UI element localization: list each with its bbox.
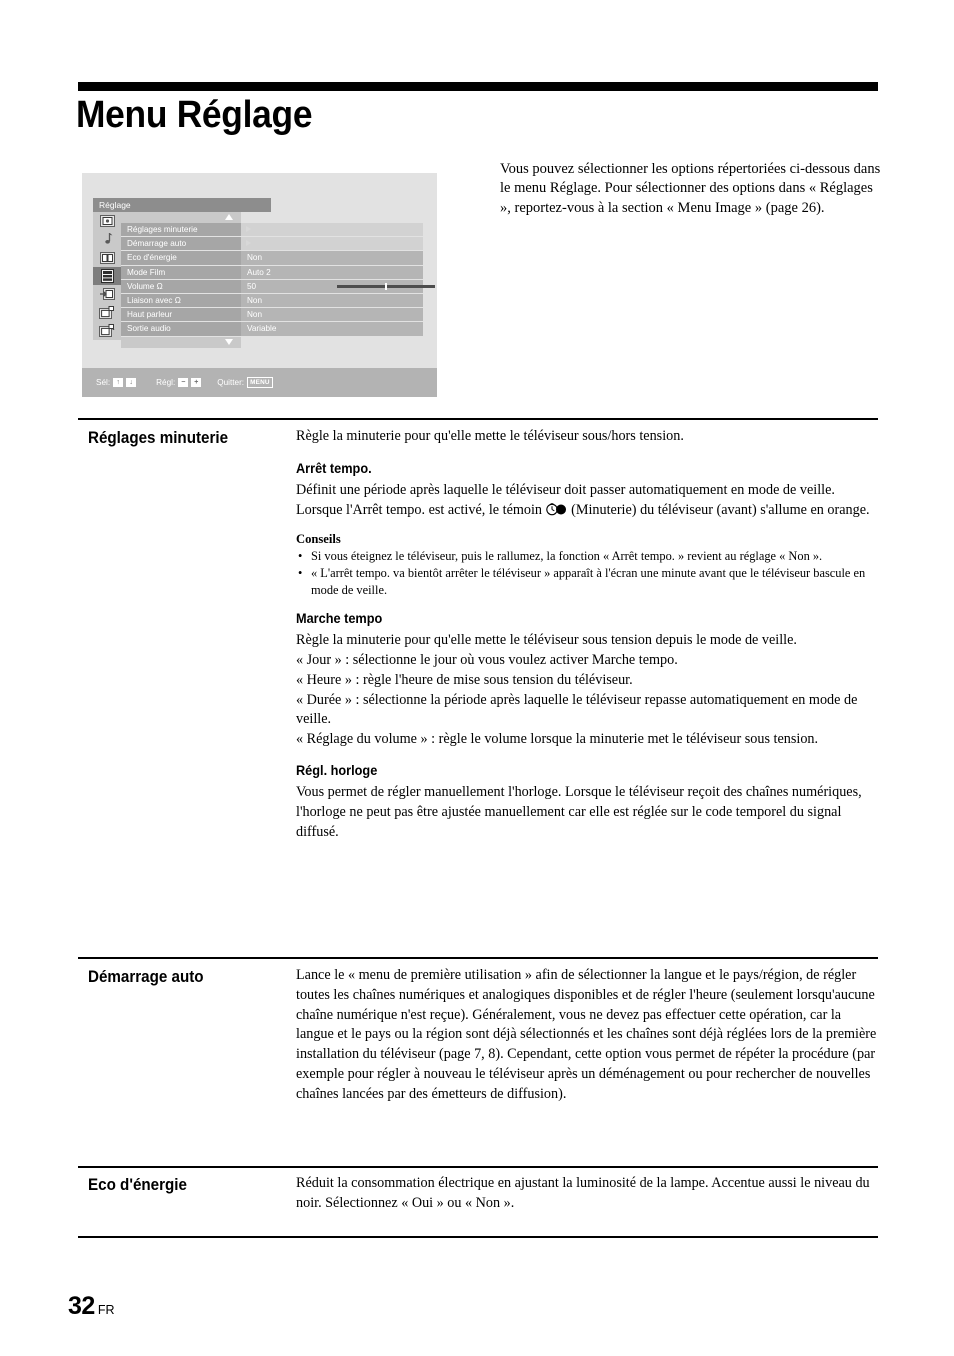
section-intro: Règle la minuterie pour qu'elle mette le… bbox=[296, 428, 684, 444]
osd-row-label: Réglages minuterie bbox=[121, 223, 241, 237]
section-body-eco-denergie: Réduit la consommation électrique en aju… bbox=[296, 1174, 878, 1214]
section-heading-eco-denergie: Eco d'énergie bbox=[88, 1176, 187, 1194]
volume-slider-knob[interactable] bbox=[385, 282, 388, 290]
arrow-down-key-icon: ↓ bbox=[126, 378, 137, 387]
osd-row-value bbox=[241, 237, 423, 251]
pip-icon[interactable] bbox=[93, 303, 121, 321]
arrow-up-key-icon: ↑ bbox=[113, 378, 124, 387]
plus-key-icon: + bbox=[191, 378, 202, 387]
osd-option-rows: Réglages minuterie Démarrage auto Eco d'… bbox=[121, 212, 435, 348]
page-number: 32 bbox=[68, 1292, 95, 1320]
section-heading-demarrage-auto: Démarrage auto bbox=[88, 968, 204, 986]
bullet-icon: • bbox=[298, 565, 303, 580]
paragraph-text-part1: Lorsque l'Arrêt tempo. est activé, le té… bbox=[296, 501, 546, 518]
osd-row[interactable]: Eco d'énergie Non bbox=[121, 251, 423, 265]
osd-row-label: Haut parleur bbox=[121, 308, 241, 322]
paragraph: « Durée » : sélectionne la période après… bbox=[296, 691, 858, 728]
paragraph-with-timer-icon: Lorsque l'Arrêt tempo. est activé, le té… bbox=[296, 501, 878, 521]
hint-exit: Quitter: MENU bbox=[217, 377, 273, 388]
hint-adjust: Régl: − + bbox=[156, 378, 202, 387]
section-heading-reglages-minuterie: Réglages minuterie bbox=[88, 429, 229, 447]
osd-row-value: Variable bbox=[241, 322, 423, 336]
screen-icon[interactable] bbox=[93, 249, 121, 267]
osd-row-label: Liaison avec Ω bbox=[121, 293, 241, 308]
timer-indicator-icon bbox=[545, 502, 568, 516]
hint-adjust-label: Régl: bbox=[156, 378, 176, 387]
osd-volume-value: 50 bbox=[247, 281, 257, 291]
paragraph: « Jour » : sélectionne le jour où vous v… bbox=[296, 651, 678, 668]
scroll-down-indicator[interactable] bbox=[121, 336, 241, 348]
title-top-rule bbox=[78, 82, 878, 91]
chevron-right-icon bbox=[246, 240, 251, 247]
osd-row[interactable]: Réglages minuterie bbox=[121, 223, 423, 237]
osd-row-value: Non bbox=[241, 308, 423, 322]
osd-row[interactable]: Démarrage auto bbox=[121, 237, 423, 251]
sub-heading-arret-tempo: Arrêt tempo. bbox=[296, 460, 372, 476]
minus-key-icon: − bbox=[178, 378, 189, 387]
manual-page: Menu Réglage Vous pouvez sélectionner le… bbox=[0, 0, 954, 1356]
settings-icon[interactable] bbox=[93, 266, 121, 286]
page-title: Menu Réglage bbox=[76, 94, 313, 136]
picture-icon[interactable] bbox=[93, 212, 121, 230]
osd-row-label: Eco d'énergie bbox=[121, 251, 241, 265]
osd-row-value: Auto 2 bbox=[241, 265, 423, 279]
list-item-text: Si vous éteignez le téléviseur, puis le … bbox=[311, 549, 823, 564]
osd-icon-rail bbox=[93, 212, 121, 340]
paragraph: Définit une période après laquelle le té… bbox=[296, 481, 835, 498]
osd-row-value bbox=[241, 223, 423, 237]
intro-paragraph: Vous pouvez sélectionner les options rép… bbox=[500, 161, 881, 216]
section-divider bbox=[78, 1166, 878, 1168]
list-item-text: « L'arrêt tempo. va bientôt arrêter le t… bbox=[311, 565, 866, 597]
osd-menu-title: Réglage bbox=[93, 198, 271, 212]
paragraph-text-part2: (Minuterie) du téléviseur (avant) s'allu… bbox=[567, 501, 870, 518]
list-item: • Si vous éteignez le téléviseur, puis le… bbox=[296, 548, 878, 565]
paragraph: « Réglage du volume » : règle le volume … bbox=[296, 731, 819, 748]
page-locale-code: FR bbox=[97, 1303, 115, 1317]
menu-key-icon: MENU bbox=[247, 377, 273, 388]
osd-hint-bar: Sél: ↑ ↓ Régl: − + Quitter: MENU bbox=[82, 368, 437, 397]
section-divider bbox=[78, 957, 878, 959]
osd-row[interactable]: Sortie audio Variable bbox=[121, 322, 423, 336]
list-item: • « L'arrêt tempo. va bientôt arrêter le … bbox=[296, 565, 878, 598]
osd-row-value: Non bbox=[241, 251, 423, 265]
input-icon[interactable] bbox=[93, 285, 121, 303]
osd-row[interactable]: Haut parleur Non bbox=[121, 308, 423, 322]
paragraph: Lance le « menu de première utilisation … bbox=[296, 967, 877, 1102]
volume-slider[interactable] bbox=[337, 282, 435, 290]
paragraph: Réduit la consommation électrique en aju… bbox=[296, 1175, 870, 1211]
osd-row[interactable]: Mode Film Auto 2 bbox=[121, 265, 423, 279]
paragraph: Vous permet de régler manuellement l'hor… bbox=[296, 783, 862, 840]
sub-heading-marche-tempo: Marche tempo bbox=[296, 611, 383, 627]
osd-row-label: Volume Ω bbox=[121, 279, 241, 293]
tips-title: Conseils bbox=[296, 532, 341, 547]
paragraph: Règle la minuterie pour qu'elle mette le… bbox=[296, 632, 797, 649]
osd-body: Réglages minuterie Démarrage auto Eco d'… bbox=[93, 212, 435, 348]
osd-row-value: Non bbox=[241, 293, 423, 308]
tips-list: • Si vous éteignez le téléviseur, puis le… bbox=[296, 548, 878, 598]
osd-row-label: Sortie audio bbox=[121, 322, 241, 336]
section-body-reglages-minuterie: Règle la minuterie pour qu'elle mette le… bbox=[296, 427, 878, 842]
sound-note-icon[interactable] bbox=[93, 230, 121, 248]
hint-exit-label: Quitter: bbox=[217, 378, 245, 387]
tv-osd-screenshot: Réglage Réglages minuterie Démarrage aut… bbox=[82, 173, 437, 397]
section-divider bbox=[78, 418, 878, 420]
osd-row-label: Mode Film bbox=[121, 265, 241, 279]
sub-heading-regl-horloge: Régl. horloge bbox=[296, 762, 378, 778]
section-body-demarrage-auto: Lance le « menu de première utilisation … bbox=[296, 966, 878, 1105]
chevron-right-icon bbox=[246, 226, 251, 233]
hint-select: Sél: ↑ ↓ bbox=[96, 378, 137, 387]
osd-row-label: Démarrage auto bbox=[121, 237, 241, 251]
hint-select-label: Sél: bbox=[96, 378, 111, 387]
osd-row[interactable]: Liaison avec Ω Non bbox=[121, 293, 423, 308]
bullet-icon: • bbox=[298, 549, 303, 564]
paragraph: « Heure » : règle l'heure de mise sous t… bbox=[296, 671, 633, 688]
section-divider-bottom bbox=[78, 1236, 878, 1238]
page-footer: 32 FR bbox=[68, 1292, 114, 1321]
osd-row-volume[interactable]: Volume Ω 50 bbox=[121, 279, 435, 293]
scroll-up-indicator[interactable] bbox=[121, 212, 241, 223]
pap-icon[interactable] bbox=[93, 322, 121, 340]
osd-row-value: 50 bbox=[241, 279, 435, 293]
